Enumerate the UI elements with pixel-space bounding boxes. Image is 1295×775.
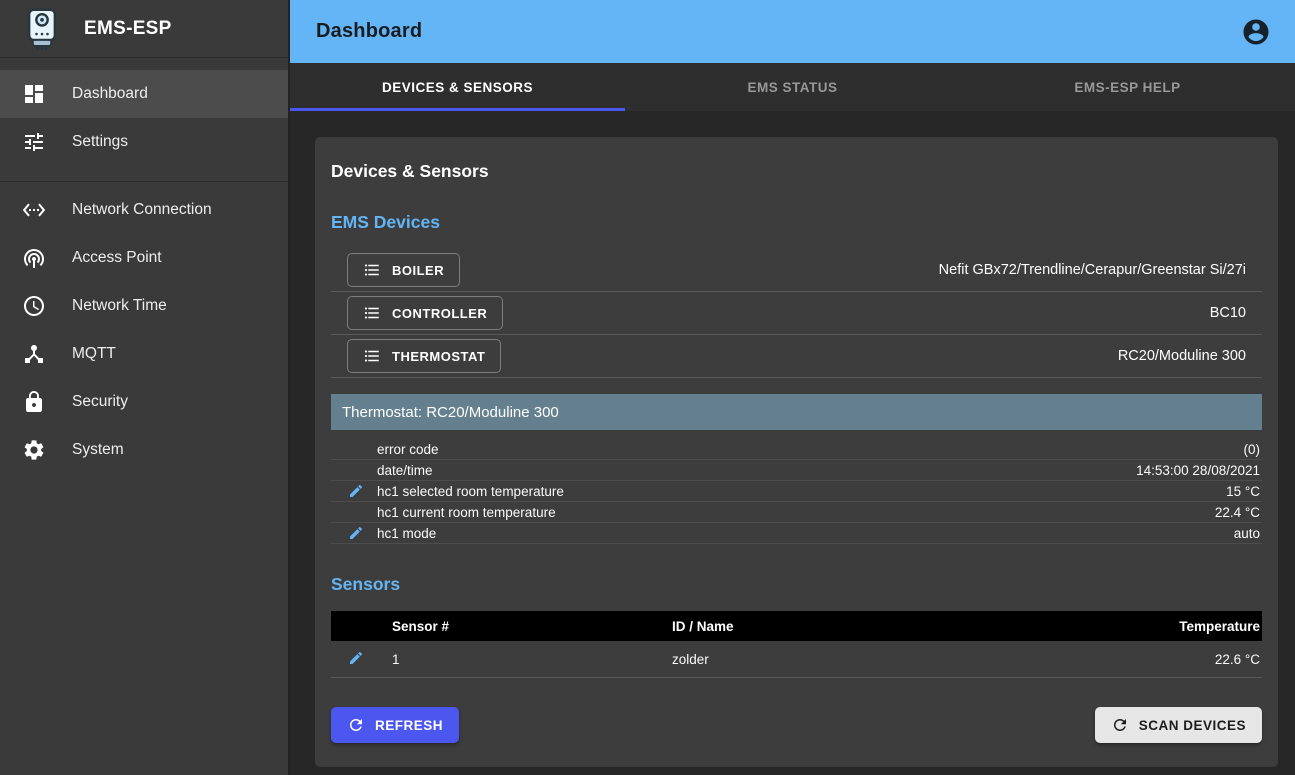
content-area: Devices & Sensors EMS Devices BOILER Nef…	[290, 111, 1295, 775]
device-detail-banner: Thermostat: RC20/Moduline 300	[331, 394, 1262, 430]
sidebar-item-access-point[interactable]: Access Point	[0, 234, 288, 282]
refresh-icon	[347, 716, 365, 734]
list-icon	[363, 261, 381, 279]
tab-ems-esp-help[interactable]: EMS-ESP HELP	[960, 63, 1295, 111]
detail-row: hc1 current room temperature 22.4 °C	[331, 502, 1262, 523]
edit-pencil-icon[interactable]	[348, 483, 364, 499]
sidebar-item-network-connection[interactable]: Network Connection	[0, 186, 288, 234]
tab-devices-sensors[interactable]: DEVICES & SENSORS	[290, 63, 625, 111]
tune-icon	[22, 130, 46, 154]
scan-devices-button-label: SCAN DEVICES	[1139, 718, 1246, 733]
sensor-name: zolder	[657, 652, 1082, 667]
device-name: RC20/Moduline 300	[1118, 348, 1246, 364]
refresh-icon	[1111, 716, 1129, 734]
edit-pencil-icon[interactable]	[348, 650, 364, 666]
detail-row: hc1 mode auto	[331, 523, 1262, 544]
account-button[interactable]	[1239, 15, 1273, 49]
sidebar-item-label: MQTT	[72, 345, 116, 363]
column-id-name: ID / Name	[657, 619, 1082, 634]
card-title: Devices & Sensors	[331, 161, 1262, 182]
detail-label: date/time	[377, 463, 1136, 478]
device-type-label: CONTROLLER	[392, 306, 487, 321]
ems-devices-heading: EMS Devices	[331, 212, 1262, 233]
refresh-button[interactable]: REFRESH	[331, 707, 459, 743]
lock-icon	[22, 390, 46, 414]
wifi-tethering-icon	[22, 246, 46, 270]
gear-icon	[22, 438, 46, 462]
account-circle-icon	[1241, 17, 1271, 47]
sensor-number: 1	[377, 652, 657, 667]
sidebar-item-label: Network Time	[72, 297, 167, 315]
detail-value: 14:53:00 28/08/2021	[1136, 463, 1262, 478]
detail-value: (0)	[1244, 442, 1263, 457]
detail-label: hc1 current room temperature	[377, 505, 1215, 520]
devices-card: Devices & Sensors EMS Devices BOILER Nef…	[315, 137, 1278, 767]
sensors-table: Sensor # ID / Name Temperature 1 zolder …	[331, 611, 1262, 678]
ethernet-icon	[22, 198, 46, 222]
sidebar-item-system[interactable]: System	[0, 426, 288, 474]
edit-cell	[331, 483, 377, 499]
app-root: EMS-ESP Dashboard Settings Network Conne…	[0, 0, 1295, 775]
page-title: Dashboard	[316, 20, 422, 43]
device-type-label: BOILER	[392, 263, 444, 278]
sidebar: EMS-ESP Dashboard Settings Network Conne…	[0, 0, 290, 775]
detail-value: auto	[1234, 526, 1262, 541]
detail-row: date/time 14:53:00 28/08/2021	[331, 460, 1262, 481]
edit-cell	[331, 525, 377, 541]
detail-value: 15 °C	[1226, 484, 1262, 499]
column-sensor-number: Sensor #	[377, 619, 657, 634]
main-area: Dashboard DEVICES & SENSORS EMS STATUS E…	[290, 0, 1295, 775]
edit-cell	[331, 650, 377, 669]
device-hub-icon	[22, 342, 46, 366]
app-title: EMS-ESP	[84, 18, 172, 40]
refresh-button-label: REFRESH	[375, 718, 443, 733]
sidebar-item-dashboard[interactable]: Dashboard	[0, 70, 288, 118]
sidebar-nav: Dashboard Settings Network Connection Ac…	[0, 70, 288, 474]
sensor-row: 1 zolder 22.6 °C	[331, 641, 1262, 678]
sensors-table-header: Sensor # ID / Name Temperature	[331, 611, 1262, 641]
sidebar-item-settings[interactable]: Settings	[0, 118, 288, 166]
sidebar-item-label: Security	[72, 393, 128, 411]
device-name: Nefit GBx72/Trendline/Cerapur/Greenstar …	[939, 262, 1246, 278]
sidebar-item-label: Settings	[72, 133, 128, 151]
detail-label: hc1 selected room temperature	[377, 484, 1226, 499]
sidebar-item-label: System	[72, 441, 124, 459]
sensor-temperature: 22.6 °C	[1082, 652, 1262, 667]
thermostat-button[interactable]: THERMOSTAT	[347, 339, 501, 373]
detail-label: error code	[377, 442, 1244, 457]
sidebar-header: EMS-ESP	[0, 0, 288, 58]
detail-row: error code (0)	[331, 439, 1262, 460]
detail-label: hc1 mode	[377, 526, 1234, 541]
tab-ems-status[interactable]: EMS STATUS	[625, 63, 960, 111]
device-name: BC10	[1210, 305, 1246, 321]
edit-pencil-icon[interactable]	[348, 525, 364, 541]
boiler-button[interactable]: BOILER	[347, 253, 460, 287]
app-bar: Dashboard	[290, 0, 1295, 63]
sidebar-item-label: Dashboard	[72, 85, 148, 103]
scan-devices-button[interactable]: SCAN DEVICES	[1095, 707, 1262, 743]
sidebar-item-security[interactable]: Security	[0, 378, 288, 426]
column-temperature: Temperature	[1082, 619, 1262, 634]
list-icon	[363, 304, 381, 322]
device-row-boiler: BOILER Nefit GBx72/Trendline/Cerapur/Gre…	[331, 249, 1262, 292]
device-row-controller: CONTROLLER BC10	[331, 292, 1262, 335]
sidebar-item-label: Access Point	[72, 249, 162, 267]
device-row-thermostat: THERMOSTAT RC20/Moduline 300	[331, 335, 1262, 378]
clock-icon	[22, 294, 46, 318]
sidebar-item-network-time[interactable]: Network Time	[0, 282, 288, 330]
controller-button[interactable]: CONTROLLER	[347, 296, 503, 330]
detail-row: hc1 selected room temperature 15 °C	[331, 481, 1262, 502]
dashboard-icon	[22, 82, 46, 106]
sidebar-item-label: Network Connection	[72, 201, 212, 219]
sensors-heading: Sensors	[331, 574, 1262, 595]
boiler-logo-icon	[20, 7, 64, 51]
detail-value: 22.4 °C	[1215, 505, 1262, 520]
device-detail-table: error code (0) date/time 14:53:00 28/08/…	[331, 439, 1262, 544]
list-icon	[363, 347, 381, 365]
tab-bar: DEVICES & SENSORS EMS STATUS EMS-ESP HEL…	[290, 63, 1295, 111]
actions-bar: REFRESH SCAN DEVICES	[331, 707, 1262, 743]
sidebar-item-mqtt[interactable]: MQTT	[0, 330, 288, 378]
device-type-label: THERMOSTAT	[392, 349, 485, 364]
device-table: BOILER Nefit GBx72/Trendline/Cerapur/Gre…	[331, 249, 1262, 378]
